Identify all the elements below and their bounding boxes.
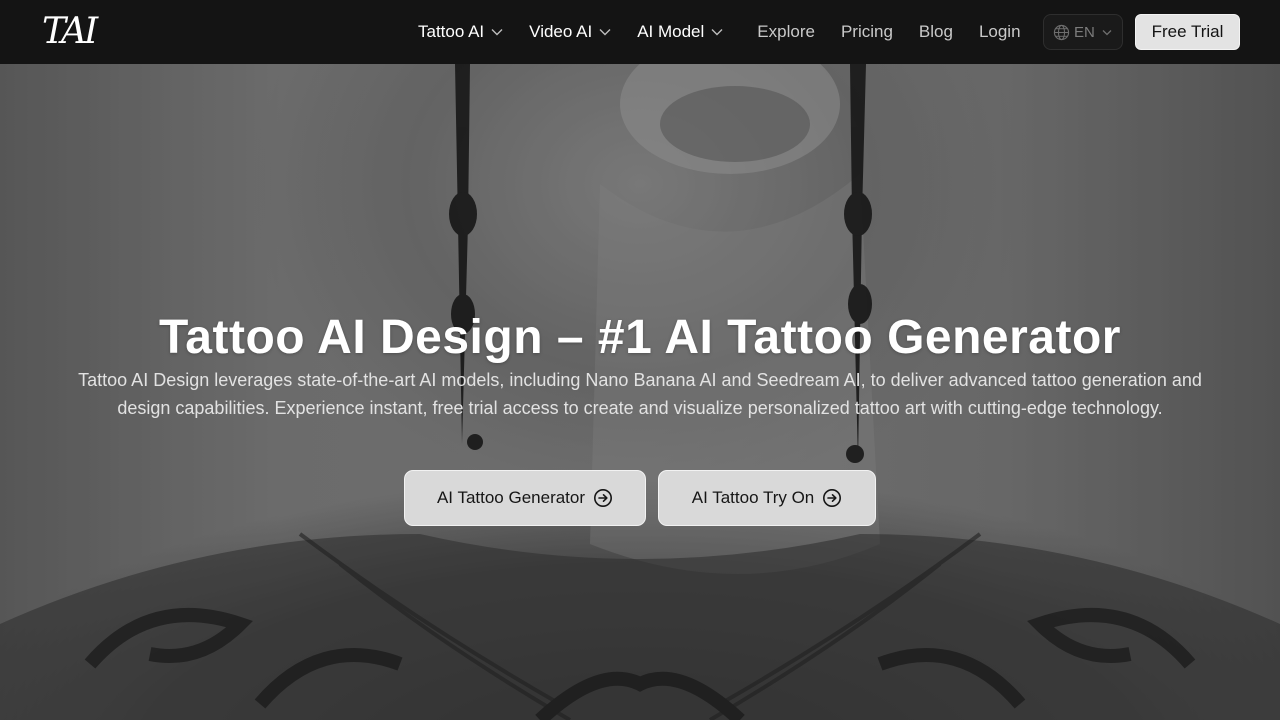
hero-cta-group: AI Tattoo Generator AI Tattoo Try On xyxy=(404,470,876,526)
nav-tattoo-ai-label: Tattoo AI xyxy=(418,22,485,41)
globe-icon xyxy=(1053,24,1070,40)
nav-explore-label: Explore xyxy=(757,22,815,41)
nav-pricing[interactable]: Pricing xyxy=(841,0,893,64)
hero-description: Tattoo AI Design leverages state-of-the-… xyxy=(78,370,1202,418)
site-logo[interactable]: TAI xyxy=(42,11,102,53)
nav-explore[interactable]: Explore xyxy=(757,0,815,64)
chevron-down-icon xyxy=(711,29,723,36)
ai-tattoo-generator-label: AI Tattoo Generator xyxy=(436,488,586,507)
nav-video-ai[interactable]: Video AI xyxy=(529,0,611,64)
hero-title: Tattoo AI Design – #1 AI Tattoo Generato… xyxy=(159,311,1121,364)
nav-ai-model-label: AI Model xyxy=(637,22,705,41)
free-trial-button[interactable]: Free Trial xyxy=(1135,14,1240,50)
page: TAI Tattoo AI Video AI AI Model Explore … xyxy=(0,0,1280,720)
arrow-right-circle-icon xyxy=(594,489,613,507)
language-value: EN xyxy=(1074,23,1095,41)
ai-tattoo-try-on-label: AI Tattoo Try On xyxy=(691,488,815,507)
chevron-down-icon xyxy=(1102,29,1112,35)
nav-blog[interactable]: Blog xyxy=(919,0,953,64)
nav-blog-label: Blog xyxy=(918,22,953,41)
nav-pricing-label: Pricing xyxy=(840,22,893,41)
chevron-down-icon xyxy=(599,29,611,36)
ai-tattoo-try-on-button[interactable]: AI Tattoo Try On xyxy=(658,470,876,526)
chevron-down-icon xyxy=(491,29,503,36)
language-selector[interactable]: EN xyxy=(1043,14,1123,50)
ai-tattoo-generator-button[interactable]: AI Tattoo Generator xyxy=(404,470,646,526)
nav-login-label: Login xyxy=(978,22,1021,41)
site-header: TAI Tattoo AI Video AI AI Model Explore … xyxy=(0,0,1280,64)
main-nav: Tattoo AI Video AI AI Model Explore Pric… xyxy=(418,0,1021,64)
nav-ai-model[interactable]: AI Model xyxy=(637,0,723,64)
nav-video-ai-label: Video AI xyxy=(529,22,593,41)
arrow-right-circle-icon xyxy=(823,489,842,507)
nav-login[interactable]: Login xyxy=(979,0,1021,64)
nav-tattoo-ai[interactable]: Tattoo AI xyxy=(418,0,503,64)
